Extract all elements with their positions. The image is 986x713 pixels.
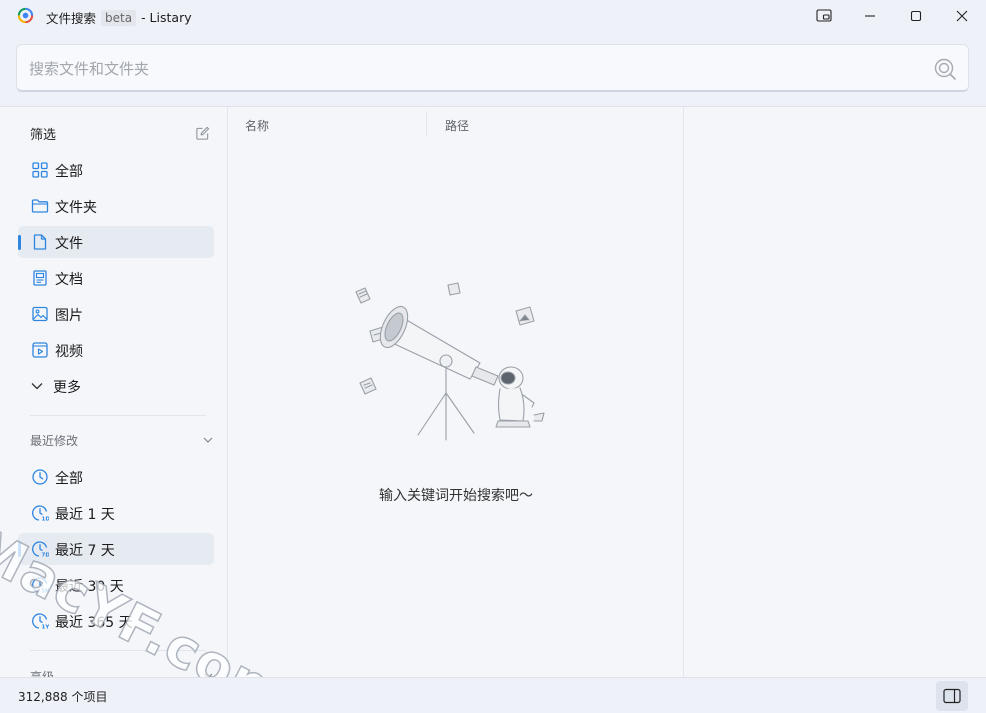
maximize-button[interactable]	[893, 0, 939, 32]
item-count: 312,888 个项目	[18, 690, 108, 704]
filter-all-label: 全部	[55, 164, 83, 180]
filter-folder[interactable]: 文件夹	[18, 190, 214, 222]
sidebar-divider	[30, 415, 206, 416]
telescope-illustration	[355, 282, 545, 441]
clock-7d-icon: 7D	[32, 541, 50, 559]
preview-pane-toggle-button[interactable]	[936, 681, 968, 711]
video-icon	[32, 342, 48, 358]
clock-1m-icon: 1M	[32, 577, 49, 595]
clock-1y-icon: 1Y	[32, 613, 50, 631]
file-icon	[33, 234, 47, 250]
close-icon	[956, 10, 968, 22]
close-button[interactable]	[939, 0, 985, 32]
search-box[interactable]	[16, 44, 969, 92]
recent-1-day[interactable]: 1D 最近 1 天	[18, 497, 214, 529]
minimize-button[interactable]	[847, 0, 893, 32]
status-bar: 312,888 个项目	[0, 677, 986, 713]
search-input[interactable]	[29, 57, 909, 81]
active-indicator	[18, 235, 21, 250]
recent-365-days-label: 最近 365 天	[55, 615, 133, 631]
recent-30-days-label: 最近 30 天	[55, 579, 124, 595]
svg-text:1M: 1M	[41, 589, 49, 595]
minimize-icon	[865, 15, 875, 17]
title-bar: 文件搜索 beta - Listary	[0, 0, 986, 32]
maximize-icon	[910, 10, 922, 22]
document-icon	[33, 270, 47, 286]
preview-pane	[685, 107, 986, 678]
window-title-text: 文件搜索	[46, 11, 97, 26]
main-content: 筛选 全部 文件夹 文件 文档 图片 视频 更多 最近修改 全部 1 最近 1 …	[0, 106, 986, 678]
filter-image[interactable]: 图片	[18, 298, 214, 330]
filter-video-label: 视频	[55, 344, 83, 360]
recent-section-title: 最近修改	[30, 434, 79, 448]
chevron-down-icon	[31, 383, 43, 390]
recent-collapse-chevron-icon[interactable]	[202, 434, 214, 446]
search-icon[interactable]	[933, 57, 957, 81]
side-panel-icon	[943, 688, 961, 704]
window-app-name: - Listary	[141, 10, 192, 25]
recent-1-day-label: 最近 1 天	[55, 507, 115, 523]
column-separator[interactable]	[426, 111, 427, 137]
recent-7-days-label: 最近 7 天	[55, 543, 115, 559]
filter-video[interactable]: 视频	[18, 334, 214, 366]
svg-text:1D: 1D	[42, 517, 50, 523]
window-title: 文件搜索 beta - Listary	[46, 8, 192, 27]
sidebar-divider	[30, 650, 206, 651]
filter-document-label: 文档	[55, 272, 83, 288]
pin-window-button[interactable]	[801, 0, 847, 32]
filter-image-label: 图片	[55, 308, 83, 324]
clock-1d-icon: 1D	[32, 505, 50, 523]
folder-icon	[31, 199, 49, 213]
svg-text:7D: 7D	[42, 553, 50, 559]
listary-logo-icon	[17, 7, 34, 24]
filter-file-label: 文件	[55, 236, 83, 252]
filter-all[interactable]: 全部	[18, 154, 214, 186]
column-header-name[interactable]: 名称	[245, 117, 269, 134]
grid-icon	[32, 162, 48, 178]
clock-icon	[32, 469, 48, 485]
recent-7-days[interactable]: 7D 最近 7 天	[18, 533, 214, 565]
filter-document[interactable]: 文档	[18, 262, 214, 294]
filter-section-title: 筛选	[30, 128, 57, 143]
edit-icon[interactable]	[195, 126, 210, 141]
filter-more[interactable]: 更多	[18, 370, 214, 402]
filter-sidebar: 筛选 全部 文件夹 文件 文档 图片 视频 更多 最近修改 全部 1 最近 1 …	[0, 107, 228, 678]
picture-in-picture-icon	[816, 9, 832, 22]
recent-365-days[interactable]: 1Y 最近 365 天	[18, 605, 214, 637]
results-panel: 名称 路径 输入关键词开始搜索吧～	[228, 107, 684, 678]
recent-all[interactable]: 全部	[18, 461, 214, 493]
recent-all-label: 全部	[55, 471, 83, 487]
empty-state-message: 输入关键词开始搜索吧～	[379, 488, 533, 504]
filter-folder-label: 文件夹	[55, 200, 97, 216]
filter-file[interactable]: 文件	[18, 226, 214, 258]
svg-text:1Y: 1Y	[42, 625, 50, 631]
beta-badge: beta	[101, 9, 137, 26]
image-icon	[32, 306, 48, 322]
filter-more-label: 更多	[53, 380, 81, 396]
recent-30-days[interactable]: 1M 最近 30 天	[18, 569, 214, 601]
column-header-path[interactable]: 路径	[445, 117, 469, 134]
active-indicator	[18, 542, 21, 557]
